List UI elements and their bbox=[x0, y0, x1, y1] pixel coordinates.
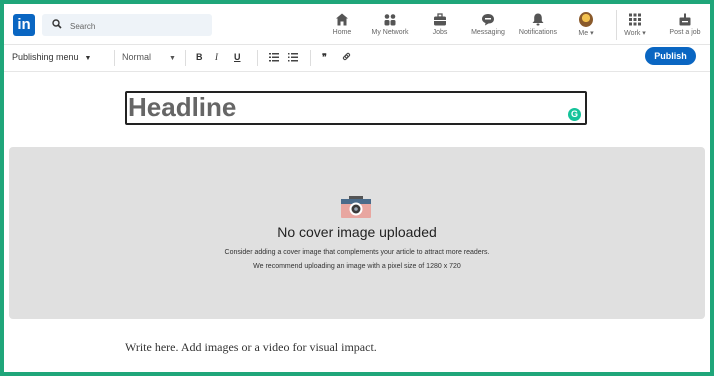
toolbar-divider bbox=[185, 50, 186, 66]
article-body-placeholder[interactable]: Write here. Add images or a video for vi… bbox=[125, 340, 377, 355]
nav-home-label: Home bbox=[332, 29, 352, 36]
numbered-list-button[interactable] bbox=[288, 53, 298, 64]
headline-input[interactable]: Headline G bbox=[125, 91, 587, 125]
bulleted-list-icon bbox=[269, 53, 279, 62]
bell-icon bbox=[532, 13, 544, 26]
quote-icon: ❞ bbox=[322, 52, 327, 62]
chevron-down-icon: ▼ bbox=[84, 55, 92, 62]
nav-jobs[interactable]: Jobs bbox=[426, 12, 454, 44]
nav-notifications[interactable]: Notifications bbox=[515, 12, 561, 44]
text-style-label: Normal bbox=[122, 52, 152, 62]
nav-my-network-label: My Network bbox=[371, 29, 409, 36]
top-nav: in Home My Network Jobs Mes bbox=[4, 4, 710, 45]
nav-divider bbox=[616, 10, 617, 40]
search-box[interactable] bbox=[42, 14, 212, 36]
nav-messaging[interactable]: Messaging bbox=[466, 12, 510, 44]
cover-image-area[interactable]: No cover image uploaded Consider adding … bbox=[9, 147, 705, 319]
text-style-dropdown[interactable]: Normal ▼ bbox=[122, 52, 176, 62]
editor-toolbar: Publishing menu ▼ Normal ▼ B I U ❞ Publish bbox=[4, 45, 710, 72]
publish-button[interactable]: Publish bbox=[645, 47, 696, 65]
linkedin-logo[interactable]: in bbox=[13, 14, 35, 36]
nav-post-job[interactable]: Post a job bbox=[665, 12, 705, 44]
avatar bbox=[579, 12, 593, 27]
publishing-menu-dropdown[interactable]: Publishing menu ▼ bbox=[12, 52, 91, 62]
cover-hint-line-1: Consider adding a cover image that compl… bbox=[224, 249, 490, 256]
toolbar-divider bbox=[114, 50, 115, 66]
cover-title: No cover image uploaded bbox=[277, 224, 437, 240]
nav-me-label: Me ▾ bbox=[578, 30, 594, 37]
chevron-down-icon: ▼ bbox=[169, 55, 176, 62]
nav-jobs-label: Jobs bbox=[432, 29, 448, 36]
messaging-icon bbox=[482, 14, 494, 26]
network-icon bbox=[384, 14, 396, 26]
search-input[interactable] bbox=[68, 17, 210, 35]
nav-post-job-label: Post a job bbox=[669, 29, 701, 36]
nav-home[interactable]: Home bbox=[327, 12, 357, 44]
nav-work-label: Work ▾ bbox=[624, 30, 646, 37]
grid-icon bbox=[629, 13, 641, 26]
publishing-menu-label: Publishing menu bbox=[12, 52, 79, 62]
grammarly-icon[interactable]: G bbox=[568, 108, 581, 121]
link-button[interactable] bbox=[342, 52, 351, 63]
camera-icon bbox=[341, 196, 371, 218]
nav-work[interactable]: Work ▾ bbox=[620, 12, 650, 44]
italic-button[interactable]: I bbox=[215, 52, 218, 62]
underline-button[interactable]: U bbox=[234, 52, 241, 62]
home-icon bbox=[336, 13, 348, 26]
nav-messaging-label: Messaging bbox=[471, 29, 505, 36]
nav-my-network[interactable]: My Network bbox=[366, 12, 414, 44]
nav-me[interactable]: Me ▾ bbox=[572, 12, 600, 44]
numbered-list-icon bbox=[288, 53, 298, 62]
link-icon bbox=[342, 52, 351, 61]
cover-hint-line-2: We recommend uploading an image with a p… bbox=[253, 263, 461, 270]
toolbar-divider bbox=[257, 50, 258, 66]
bulleted-list-button[interactable] bbox=[269, 53, 279, 64]
nav-notifications-label: Notifications bbox=[518, 29, 558, 36]
quote-button[interactable]: ❞ bbox=[322, 52, 327, 63]
post-job-icon bbox=[679, 13, 691, 26]
search-icon bbox=[52, 19, 62, 29]
headline-placeholder: Headline bbox=[128, 92, 237, 122]
briefcase-icon bbox=[434, 13, 446, 26]
toolbar-divider bbox=[310, 50, 311, 66]
bold-button[interactable]: B bbox=[196, 52, 203, 62]
